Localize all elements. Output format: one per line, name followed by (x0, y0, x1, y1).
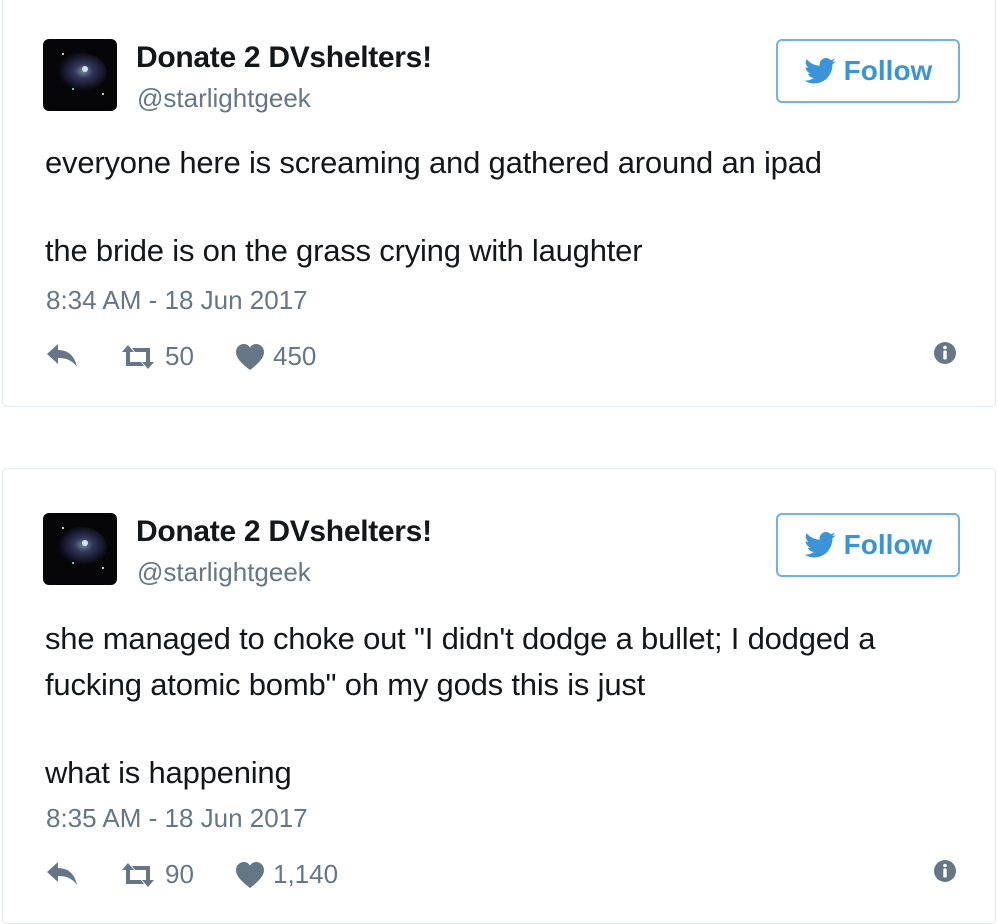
twitter-bird-icon (804, 532, 836, 558)
twitter-bird-icon (804, 58, 836, 84)
like-button[interactable]: 450 (235, 341, 316, 372)
action-bar: 50 450 (45, 341, 975, 381)
timestamp[interactable]: 8:35 AM - 18 Jun 2017 (46, 803, 308, 834)
follow-button[interactable]: Follow (776, 39, 960, 103)
info-icon (934, 342, 956, 364)
follow-button[interactable]: Follow (776, 513, 960, 577)
tweet-card: Donate 2 DVshelters! @starlightgeek Foll… (2, 0, 996, 407)
retweet-button[interactable]: 90 (119, 859, 194, 890)
avatar[interactable] (43, 39, 117, 111)
like-button[interactable]: 1,140 (235, 859, 338, 890)
tweet-card: Donate 2 DVshelters! @starlightgeek Foll… (2, 468, 996, 924)
info-icon (934, 860, 956, 882)
like-count: 450 (273, 341, 317, 371)
avatar[interactable] (43, 513, 117, 585)
timestamp[interactable]: 8:34 AM - 18 Jun 2017 (46, 285, 308, 316)
retweet-count: 90 (165, 859, 194, 889)
follow-label: Follow (843, 529, 933, 560)
reply-icon (47, 344, 77, 367)
reply-button[interactable] (45, 859, 79, 887)
tweet-text: everyone here is screaming and gathered … (45, 140, 945, 274)
user-handle[interactable]: @starlightgeek (137, 83, 311, 114)
like-count: 1,140 (273, 859, 339, 889)
retweet-count: 50 (165, 341, 194, 371)
action-bar: 90 1,140 (45, 859, 975, 899)
tweet-text: she managed to choke out "I didn't dodge… (45, 616, 945, 796)
tweet-paragraph: everyone here is screaming and gathered … (45, 145, 822, 180)
reply-button[interactable] (45, 341, 79, 369)
retweet-icon (122, 344, 154, 369)
tweet-paragraph: what is happening (45, 755, 292, 790)
heart-icon (236, 861, 264, 888)
retweet-button[interactable]: 50 (119, 341, 194, 372)
display-name[interactable]: Donate 2 DVshelters! (136, 41, 432, 75)
more-info-button[interactable] (933, 341, 957, 365)
display-name[interactable]: Donate 2 DVshelters! (136, 515, 432, 549)
reply-icon (47, 862, 77, 885)
heart-icon (236, 343, 264, 370)
more-info-button[interactable] (933, 859, 957, 883)
tweet-paragraph: the bride is on the grass crying with la… (45, 233, 643, 268)
user-handle[interactable]: @starlightgeek (137, 557, 311, 588)
retweet-icon (122, 862, 154, 887)
tweet-paragraph: she managed to choke out "I didn't dodge… (45, 621, 876, 702)
follow-label: Follow (843, 55, 933, 86)
